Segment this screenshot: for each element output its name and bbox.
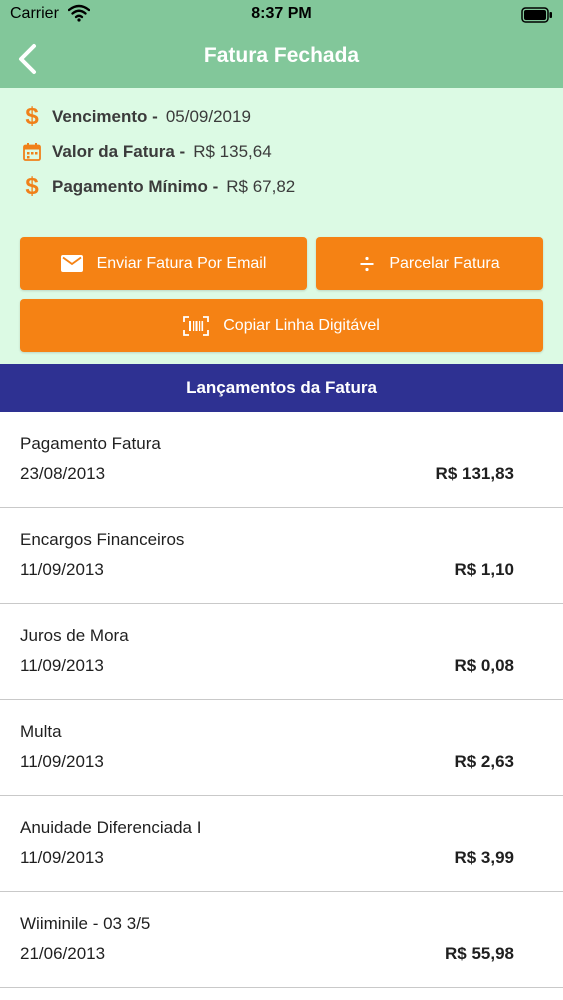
email-icon [60, 255, 83, 272]
transaction-amount: R$ 3,99 [454, 848, 514, 867]
transaction-date: 23/08/2013 [20, 464, 106, 483]
installment-label: Parcelar Fatura [389, 254, 500, 272]
transaction-date: 11/09/2013 [20, 848, 104, 867]
transaction-amount: R$ 131,83 [435, 464, 514, 483]
transaction-amount: R$ 1,10 [454, 560, 514, 579]
navigation-bar: Fatura Fechada [0, 30, 563, 88]
transaction-description: Pagamento Fatura [20, 434, 161, 453]
page-title: Fatura Fechada [203, 44, 360, 67]
section-header: Lançamentos da Fatura [0, 364, 563, 412]
transactions-list: Pagamento Fatura 23/08/2013 R$ 131,83 En… [0, 412, 563, 988]
status-time: 8:37 PM [251, 5, 312, 22]
transaction-date: 11/09/2013 [20, 656, 104, 675]
invoice-amount-value: R$ 135,64 [193, 142, 272, 161]
list-item[interactable]: Wiiminile - 03 3/5 21/06/2013 R$ 55,98 [0, 892, 563, 988]
barcode-icon [183, 315, 210, 336]
copy-barcode-button[interactable]: Copiar Linha Digitável [20, 299, 543, 352]
status-bar: Carrier 8:37 PM [0, 0, 563, 30]
installment-button[interactable]: Parcelar Fatura [316, 237, 543, 290]
transaction-date: 21/06/2013 [20, 944, 106, 963]
transaction-description: Juros de Mora [20, 626, 129, 645]
transaction-description: Encargos Financeiros [20, 530, 185, 549]
copy-barcode-label: Copiar Linha Digitável [223, 316, 380, 334]
battery-icon [521, 7, 553, 28]
transaction-date: 11/09/2013 [20, 752, 104, 771]
due-date-row: $ Vencimento - 05/09/2019 [20, 102, 251, 132]
dollar-icon: $ [25, 103, 39, 130]
transaction-date: 11/09/2013 [20, 560, 104, 579]
transaction-description: Anuidade Diferenciada I [20, 818, 202, 837]
list-item[interactable]: Pagamento Fatura 23/08/2013 R$ 131,83 [0, 412, 563, 508]
list-item[interactable]: Anuidade Diferenciada I 11/09/2013 R$ 3,… [0, 796, 563, 892]
minimum-payment-label: Pagamento Mínimo - [52, 177, 219, 196]
invoice-amount-row: Valor da Fatura - R$ 135,64 [20, 137, 272, 167]
list-item[interactable]: Encargos Financeiros 11/09/2013 R$ 1,10 [0, 508, 563, 604]
transaction-description: Wiiminile - 03 3/5 [20, 914, 151, 933]
minimum-payment-value: R$ 67,82 [226, 177, 296, 196]
invoice-summary: $ Vencimento - 05/09/2019 Valor da Fatur… [0, 88, 563, 364]
section-title: Lançamentos da Fatura [186, 378, 377, 397]
transaction-amount: R$ 55,98 [445, 944, 514, 963]
transaction-amount: R$ 0,08 [454, 656, 514, 675]
list-item[interactable]: Multa 11/09/2013 R$ 2,63 [0, 700, 563, 796]
transaction-amount: R$ 2,63 [454, 752, 514, 771]
due-date-value: 05/09/2019 [165, 107, 251, 126]
email-invoice-button[interactable]: Enviar Fatura Por Email [20, 237, 307, 290]
dollar-icon: $ [25, 173, 39, 200]
invoice-amount-label: Valor da Fatura - [52, 142, 186, 161]
list-item[interactable]: Juros de Mora 11/09/2013 R$ 0,08 [0, 604, 563, 700]
divide-icon [359, 256, 375, 272]
minimum-payment-row: $ Pagamento Mínimo - R$ 67,82 [20, 172, 295, 202]
transaction-description: Multa [20, 722, 62, 741]
due-date-label: Vencimento - [52, 107, 158, 126]
calendar-icon [20, 140, 44, 164]
email-invoice-label: Enviar Fatura Por Email [96, 254, 267, 272]
